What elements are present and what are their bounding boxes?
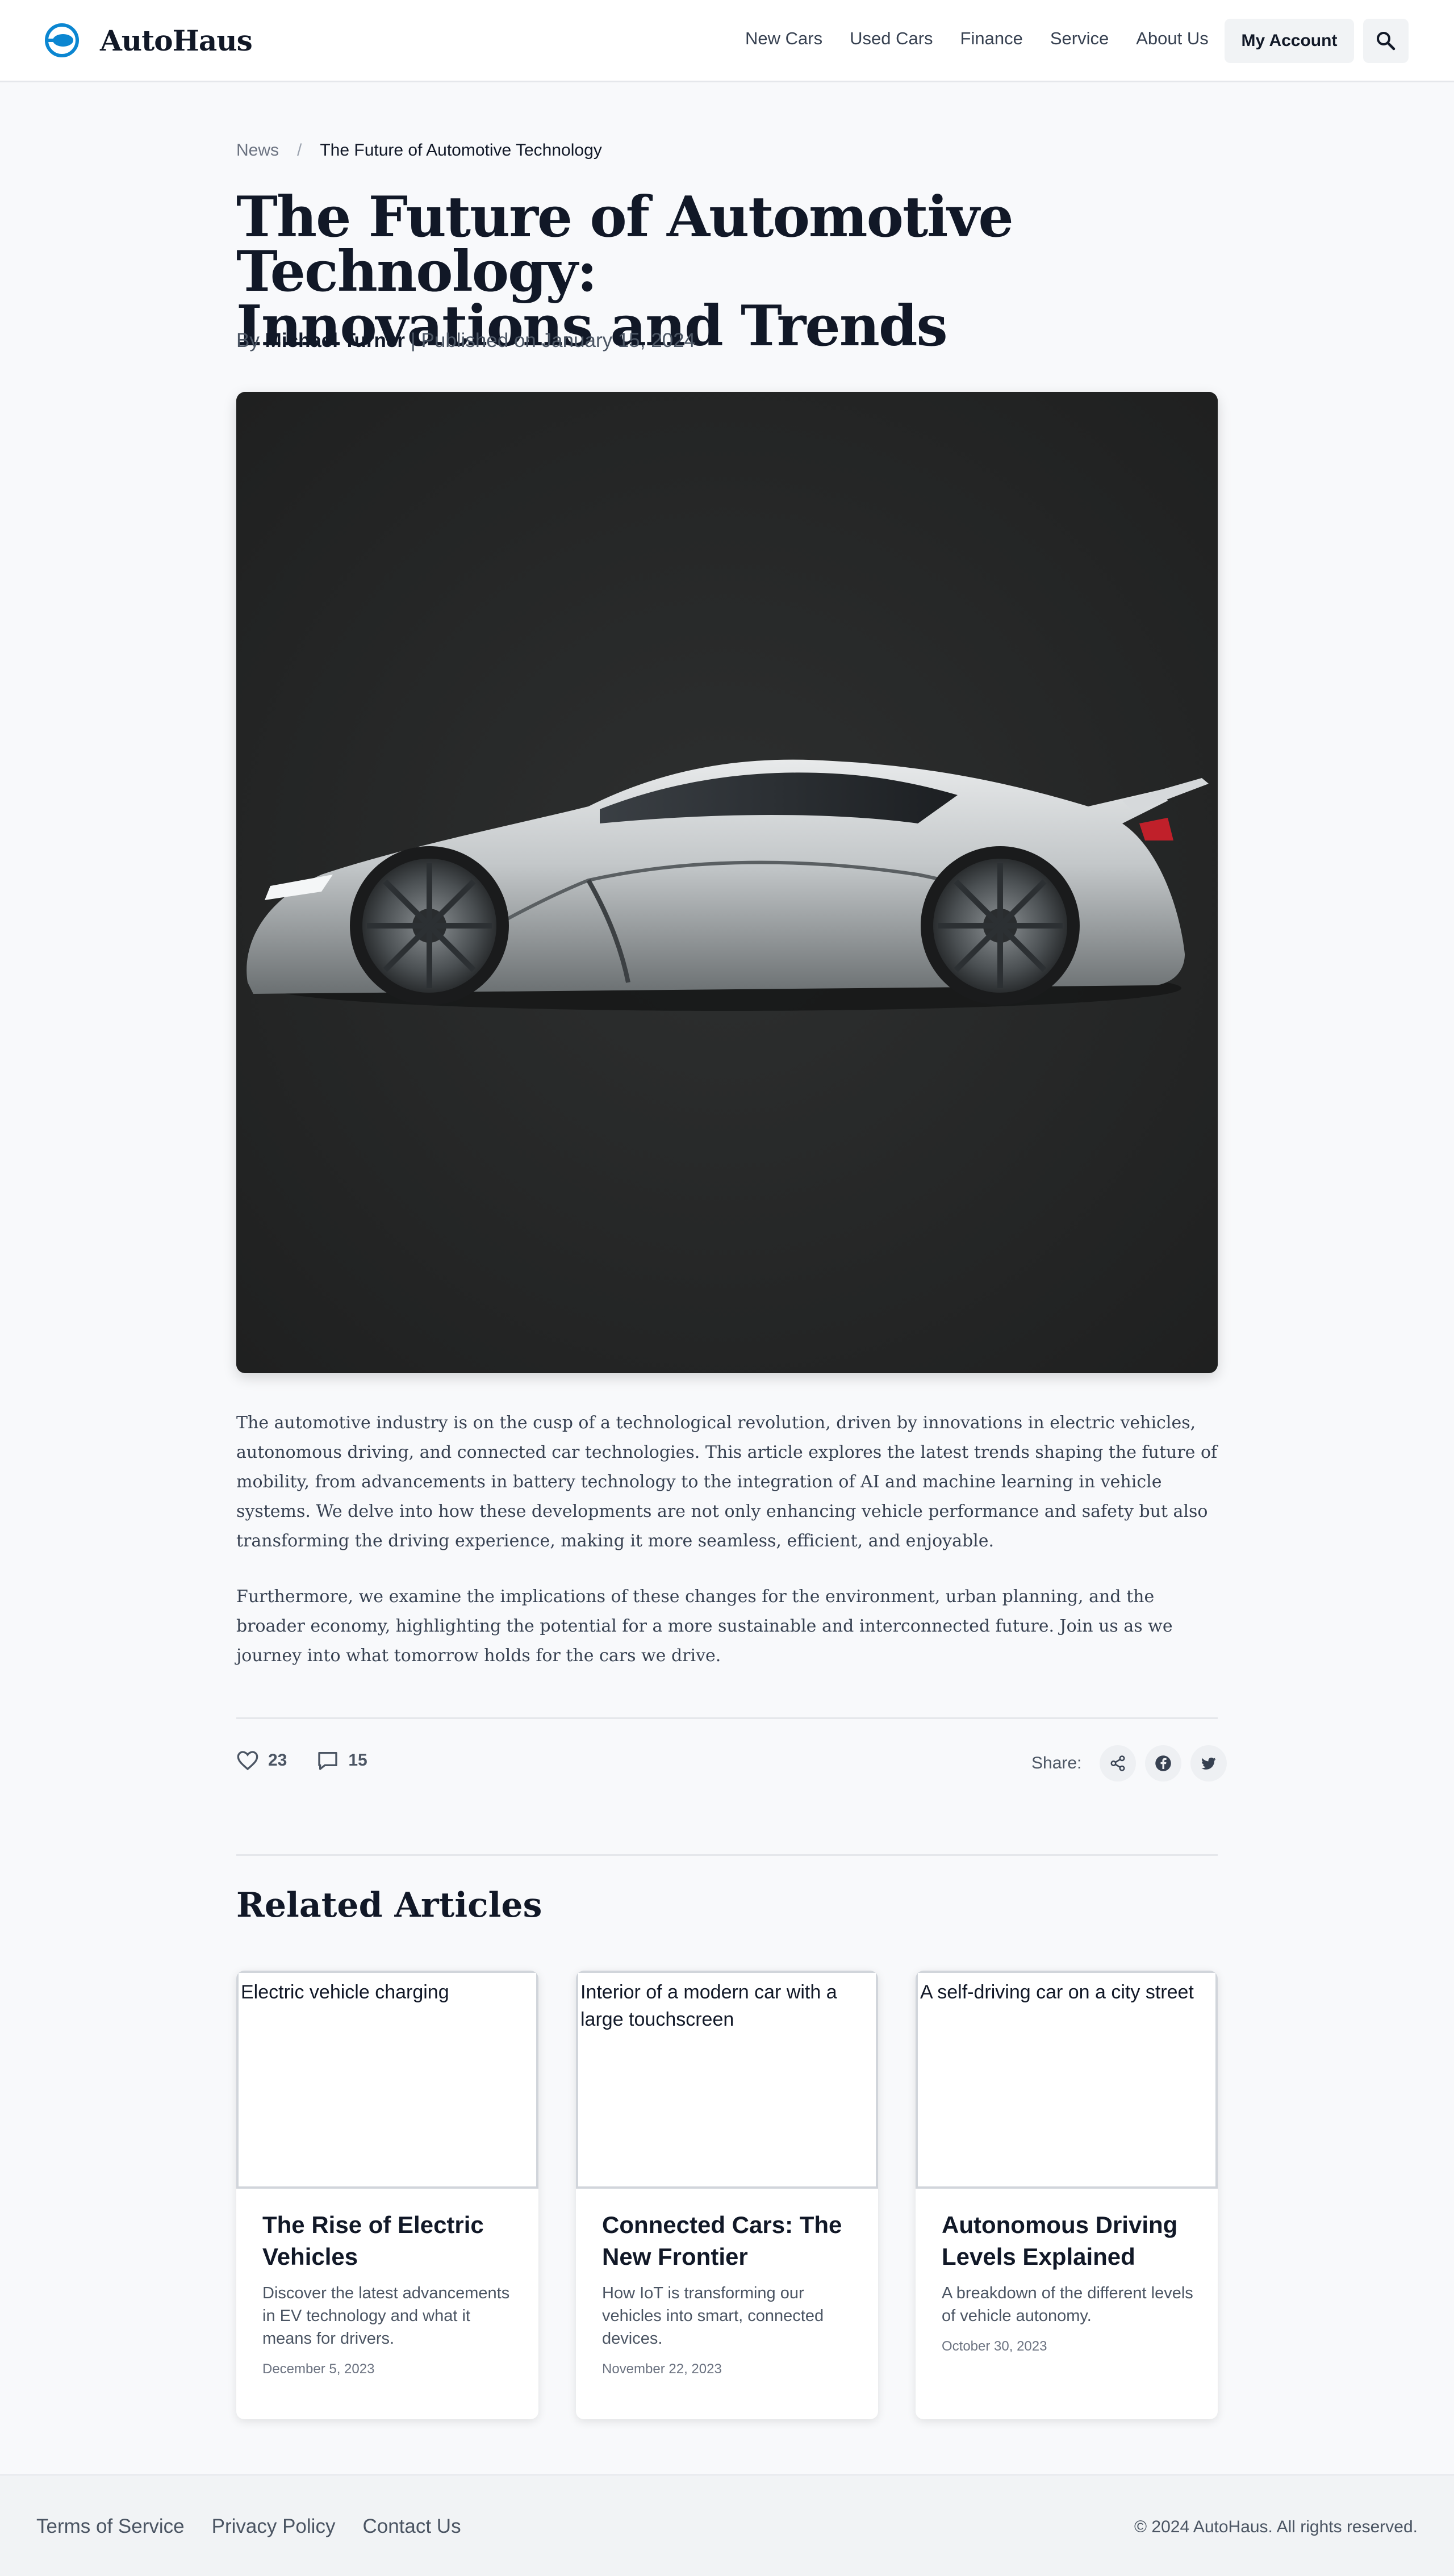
facebook-share-button[interactable] (1145, 1745, 1182, 1782)
sports-car-illustration (236, 392, 1218, 1373)
byline-prefix: By (236, 329, 260, 352)
site-header: AutoHaus New Cars Used Cars Finance Serv… (0, 0, 1454, 82)
footer-link-privacy[interactable]: Privacy Policy (212, 2515, 336, 2538)
breadcrumb-news[interactable]: News (236, 141, 279, 160)
share-bar: Share: (1031, 1745, 1227, 1782)
card-title[interactable]: Autonomous Driving Levels Explained (942, 2209, 1197, 2273)
card-image-broken[interactable]: Electric vehicle charging (236, 1971, 538, 2189)
nav-service[interactable]: Service (1050, 28, 1109, 49)
card-image-broken[interactable]: Interior of a modern car with a large to… (576, 1971, 878, 2189)
related-article-card[interactable]: Electric vehicle charging The Rise of El… (236, 1971, 538, 2419)
like-count: 23 (268, 1751, 287, 1770)
nav-new-cars[interactable]: New Cars (745, 28, 822, 49)
related-article-card[interactable]: Interior of a modern car with a large to… (576, 1971, 878, 2419)
card-title[interactable]: Connected Cars: The New Frontier (602, 2209, 858, 2273)
nav-finance[interactable]: Finance (960, 28, 1023, 49)
author-name[interactable]: Michael Turner (265, 329, 405, 352)
my-account-button[interactable]: My Account (1225, 19, 1354, 63)
card-date: December 5, 2023 (262, 2361, 375, 2377)
breadcrumb-current: The Future of Automotive Technology (320, 141, 602, 160)
divider (236, 1717, 1218, 1719)
heart-icon[interactable] (236, 1749, 259, 1772)
brand-logo[interactable]: AutoHaus (44, 23, 253, 58)
twitter-icon (1201, 1757, 1216, 1770)
card-image-broken[interactable]: A self-driving car on a city street (916, 1971, 1218, 2189)
card-date: October 30, 2023 (942, 2339, 1047, 2354)
share-button[interactable] (1100, 1745, 1137, 1782)
footer-link-terms[interactable]: Terms of Service (36, 2515, 185, 2538)
copyright: © 2024 AutoHaus. All rights reserved. (1134, 2518, 1418, 2536)
article-byline: By Michael Turner | Published on January… (236, 329, 695, 352)
card-date: November 22, 2023 (602, 2361, 722, 2377)
hero-image (236, 392, 1218, 1373)
breadcrumb-separator: / (297, 141, 302, 160)
comment-count: 15 (348, 1751, 367, 1770)
engagement-bar: 23 15 (236, 1749, 397, 1772)
twitter-share-button[interactable] (1190, 1745, 1227, 1782)
facebook-icon (1155, 1755, 1172, 1771)
card-body: Autonomous Driving Levels Explained A br… (942, 2209, 1197, 2355)
card-description: Discover the latest advancements in EV t… (262, 2284, 510, 2348)
article-title-line-1: The Future of Automotive Technology: (236, 185, 1014, 304)
footer-links: Terms of Service Privacy Policy Contact … (36, 2515, 488, 2538)
footer-link-contact[interactable]: Contact Us (362, 2515, 461, 2538)
divider (236, 1854, 1218, 1856)
nav-used-cars[interactable]: Used Cars (850, 28, 933, 49)
article-paragraph-2: Furthermore, we examine the implications… (236, 1587, 1173, 1666)
share-label: Share: (1031, 1754, 1082, 1772)
site-footer: Terms of Service Privacy Policy Contact … (0, 2474, 1454, 2576)
publish-date: | Published on January 15, 2024 (410, 329, 696, 352)
comment-icon[interactable] (316, 1749, 339, 1772)
card-body: The Rise of Electric Vehicles Discover t… (262, 2209, 518, 2377)
related-article-card[interactable]: A self-driving car on a city street Auto… (916, 1971, 1218, 2419)
card-title[interactable]: The Rise of Electric Vehicles (262, 2209, 518, 2273)
card-description: A breakdown of the different levels of v… (942, 2284, 1193, 2325)
related-articles-heading: Related Articles (236, 1885, 542, 1925)
search-icon (1377, 32, 1395, 51)
card-description: How IoT is transforming our vehicles int… (602, 2284, 824, 2348)
search-button[interactable] (1363, 19, 1409, 63)
card-body: Connected Cars: The New Frontier How IoT… (602, 2209, 858, 2377)
article-paragraph-1: The automotive industry is on the cusp o… (236, 1413, 1218, 1551)
nav-about-us[interactable]: About Us (1136, 28, 1209, 49)
breadcrumb: News / The Future of Automotive Technolo… (236, 141, 602, 160)
autohaus-logo-icon (45, 23, 79, 57)
main-nav: New Cars Used Cars Finance Service About… (745, 28, 1236, 49)
brand-name: AutoHaus (100, 23, 253, 57)
share-icon (1110, 1755, 1125, 1771)
